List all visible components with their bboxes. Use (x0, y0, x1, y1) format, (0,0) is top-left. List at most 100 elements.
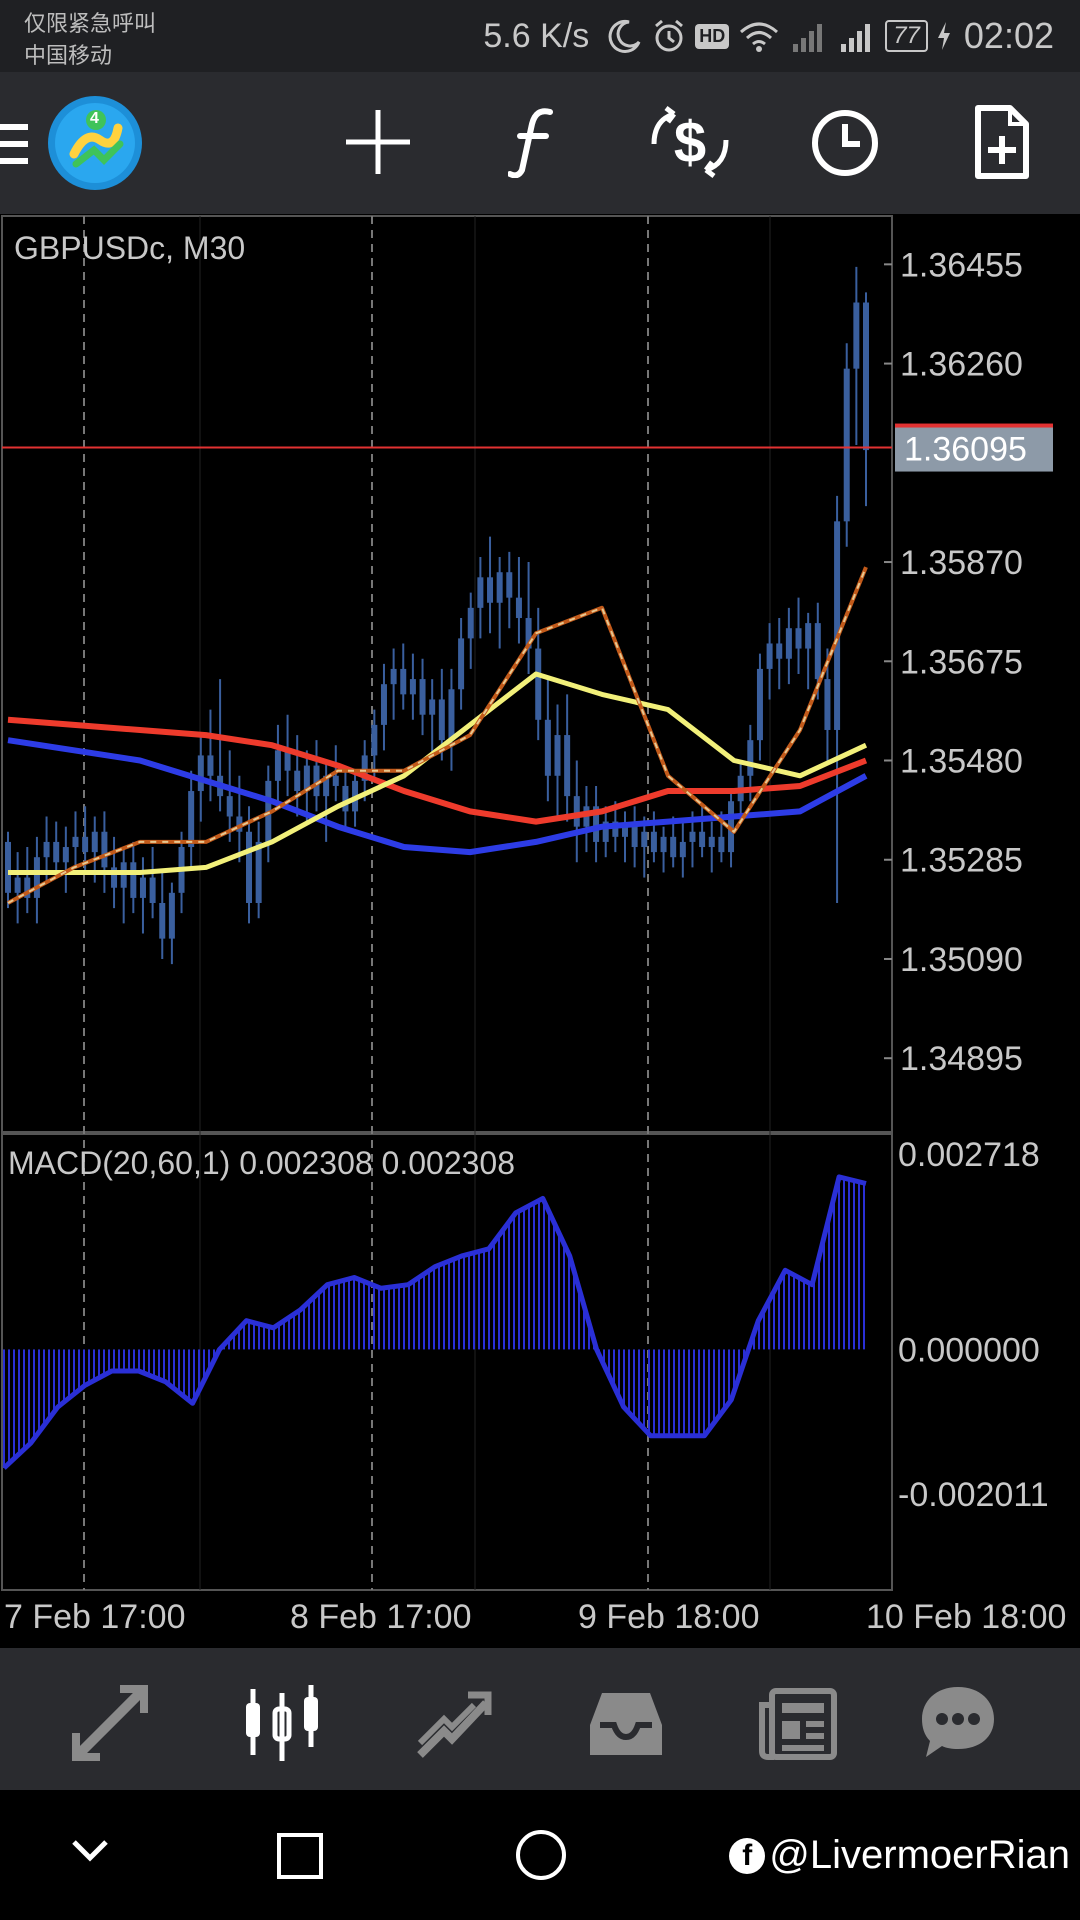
candle-body (564, 735, 571, 797)
candle-body (756, 668, 763, 741)
candle-body (159, 903, 166, 939)
time-tick-label: 9 Feb 18:00 (578, 1598, 759, 1636)
candle-body (5, 841, 11, 893)
candle-body (332, 775, 339, 786)
candle-body (438, 699, 445, 741)
moon-icon (608, 19, 641, 53)
chart-toolbar: 4 $ (0, 72, 1080, 214)
candle-body (641, 831, 648, 848)
candle-body (554, 735, 561, 776)
back-chevron-icon[interactable] (70, 1836, 110, 1864)
candle-body (718, 836, 725, 853)
candle-body (496, 572, 503, 603)
candle-body (149, 877, 156, 903)
macd-tick-label: -0.002011 (898, 1476, 1049, 1514)
price-tick-label: 1.34895 (900, 1040, 1023, 1078)
ma-blue-line (7, 737, 868, 856)
price-axis: 1.36455 1.36260 1.35870 1.35675 1.35480 1.352… (884, 246, 1053, 1514)
status-bar: 仅限紧急呼叫 中国移动 5.6 K/s HD 77 02:02 (0, 0, 1080, 72)
new-order-icon[interactable] (972, 104, 1032, 180)
candle-body (130, 862, 137, 898)
watermark-handle: @LivermoerRian (769, 1833, 1070, 1877)
mailbox-icon[interactable] (586, 1683, 666, 1763)
candle-body (120, 862, 127, 888)
svg-text:$: $ (674, 110, 706, 175)
wifi-icon (740, 22, 779, 52)
price-tick-label: 1.35870 (900, 544, 1023, 582)
candle-body (294, 770, 301, 792)
candle-body (14, 877, 21, 893)
signal-4g-icon (841, 24, 871, 52)
timeframe-clock-icon[interactable] (810, 108, 880, 178)
home-circle-icon[interactable] (514, 1828, 568, 1882)
candle-body (863, 302, 869, 451)
facebook-logo-icon: f (729, 1837, 766, 1874)
candle-body (53, 841, 60, 863)
candle-body (400, 668, 407, 695)
candle-body (255, 841, 262, 903)
price-tick-label: 1.35090 (900, 941, 1023, 979)
menu-icon[interactable] (0, 122, 32, 166)
candle-body (429, 699, 436, 715)
candle-body (843, 368, 850, 522)
candle-body (91, 831, 98, 853)
app-logo-icon[interactable]: 4 (46, 94, 144, 192)
candle-body (631, 826, 638, 848)
candle-body (689, 831, 696, 842)
charging-icon (937, 22, 950, 50)
candle-body (168, 892, 175, 939)
candle-body (834, 521, 841, 730)
candle-body (33, 857, 40, 898)
candle-body (371, 724, 378, 756)
news-icon[interactable] (758, 1683, 838, 1763)
chat-icon[interactable] (918, 1683, 998, 1763)
battery-level: 77 (885, 20, 928, 52)
candle-body (458, 638, 465, 690)
price-tick-label: 1.35675 (900, 643, 1023, 681)
time-axis: 7 Feb 17:00 8 Feb 17:00 9 Feb 18:00 10 Feb … (4, 1598, 1066, 1636)
current-price-tag-accent (895, 423, 1053, 428)
candle-body (207, 755, 214, 776)
alarm-icon (655, 19, 684, 52)
candle-body (390, 668, 397, 685)
ma-fast-line (7, 566, 868, 905)
candle-body (467, 607, 474, 639)
candle-body (766, 643, 773, 669)
chart-area[interactable]: 1.36455 1.36260 1.35870 1.35675 1.35480 1.352… (0, 214, 1080, 1648)
carrier-line-2: 中国移动 (24, 43, 113, 68)
network-speed: 5.6 K/s (483, 16, 590, 55)
history-icon[interactable] (414, 1683, 494, 1763)
signal-icon (793, 24, 823, 52)
candle-body (188, 791, 195, 848)
price-tick-label: 1.35285 (900, 842, 1023, 880)
macd-pane-frame (1, 1133, 893, 1591)
trade-icon[interactable] (70, 1683, 150, 1763)
candle-body (660, 836, 667, 853)
candle-body (573, 796, 580, 827)
chart-icon[interactable] (242, 1683, 322, 1763)
candle-body (679, 841, 686, 858)
candle-body (535, 648, 542, 720)
time-tick-label: 8 Feb 17:00 (290, 1598, 471, 1636)
time-tick-label: 7 Feb 17:00 (4, 1598, 185, 1636)
candle-body (544, 719, 551, 776)
candle-body (197, 755, 204, 792)
recents-square-icon[interactable] (276, 1832, 324, 1880)
crosshair-icon[interactable] (344, 108, 412, 176)
current-price-label: 1.36095 (904, 431, 1027, 469)
candle-body (274, 750, 281, 781)
symbols-dollar-icon[interactable]: $ (648, 104, 732, 180)
carrier-line-1: 仅限紧急呼叫 (24, 11, 157, 36)
candle-body (699, 831, 706, 848)
candle-body (814, 623, 821, 680)
candle-body (708, 836, 715, 848)
macd-label: MACD(20,60,1) 0.002308 0.002308 (8, 1145, 515, 1181)
candle-body (72, 836, 79, 848)
indicators-f-icon[interactable] (508, 106, 558, 178)
candle-body (226, 796, 233, 817)
candle-body (621, 826, 628, 837)
candle-series (5, 266, 869, 965)
candle-body (448, 689, 455, 741)
watermark: f @LivermoerRian (729, 1833, 1070, 1878)
candle-body (82, 836, 89, 853)
